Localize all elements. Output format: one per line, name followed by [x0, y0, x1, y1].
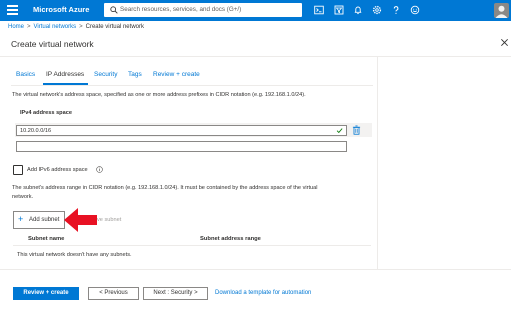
- ipv6-checkbox[interactable]: [13, 165, 23, 175]
- tab-review-create[interactable]: Review + create: [153, 71, 200, 78]
- search-input[interactable]: Search resources, services, and docs (G+…: [104, 3, 302, 17]
- empty-subnets-text: This virtual network doesn't have any su…: [17, 252, 132, 258]
- search-icon: [110, 6, 118, 14]
- menu-icon[interactable]: [7, 5, 18, 15]
- tab-security[interactable]: Security: [94, 71, 117, 78]
- table-header-divider: [13, 245, 371, 246]
- ipv4-address-value: 10.20.0.0/16: [20, 127, 52, 134]
- breadcrumb-separator: >: [27, 24, 31, 30]
- feedback-icon[interactable]: [410, 5, 420, 15]
- close-icon[interactable]: [500, 38, 509, 47]
- panel-divider: [377, 57, 378, 269]
- download-template-link[interactable]: Download a template for automation: [215, 290, 311, 296]
- tab-tags[interactable]: Tags: [128, 71, 142, 78]
- tabs-divider: [11, 85, 373, 86]
- settings-icon[interactable]: [372, 5, 382, 15]
- previous-button[interactable]: < Previous: [88, 287, 139, 300]
- page-title: Create virtual network: [11, 39, 94, 49]
- new-address-input[interactable]: [16, 141, 347, 152]
- column-subnet-name: Subnet name: [28, 236, 65, 242]
- directory-filter-icon[interactable]: [334, 5, 344, 15]
- tab-basics[interactable]: Basics: [16, 71, 35, 78]
- add-subnet-label: Add subnet: [29, 217, 60, 223]
- address-space-description: The virtual network's address space, spe…: [12, 92, 306, 98]
- user-icon: [495, 5, 508, 18]
- review-create-button[interactable]: Review + create: [13, 287, 79, 300]
- cloud-shell-icon[interactable]: [314, 5, 324, 15]
- add-subnet-button[interactable]: + Add subnet: [13, 211, 65, 229]
- tab-ip-addresses[interactable]: IP Addresses: [46, 71, 84, 78]
- next-security-button[interactable]: Next : Security >: [143, 287, 208, 300]
- subnet-description-cont: network.: [12, 194, 34, 200]
- header-divider: [0, 56, 511, 57]
- info-icon[interactable]: [96, 166, 103, 173]
- avatar[interactable]: [494, 3, 509, 18]
- ipv4-address-input[interactable]: 10.20.0.0/16: [16, 125, 347, 136]
- check-icon: [336, 128, 343, 134]
- help-icon[interactable]: [391, 5, 401, 15]
- notifications-icon[interactable]: [353, 5, 363, 15]
- subnet-description: The subnet's address range in CIDR notat…: [12, 185, 318, 191]
- plus-icon: +: [18, 214, 24, 224]
- portal-title[interactable]: Microsoft Azure: [33, 5, 89, 14]
- breadcrumb-separator: >: [79, 24, 83, 30]
- search-placeholder: Search resources, services, and docs (G+…: [120, 6, 242, 13]
- breadcrumb-current: Create virtual network: [85, 24, 144, 30]
- delete-icon[interactable]: [352, 125, 361, 135]
- ipv6-label[interactable]: Add IPv6 address space: [27, 167, 88, 173]
- breadcrumb-virtual-networks[interactable]: Virtual networks: [34, 24, 77, 30]
- remove-subnet-button[interactable]: ve subnet: [97, 217, 121, 223]
- footer-divider: [0, 269, 511, 270]
- column-subnet-address-range: Subnet address range: [200, 236, 261, 242]
- ipv4-address-space-label: IPv4 address space: [20, 110, 72, 116]
- top-bar: Microsoft Azure Search resources, servic…: [0, 0, 511, 21]
- breadcrumb-home[interactable]: Home: [8, 24, 24, 30]
- red-arrow-annotation: [64, 208, 97, 232]
- breadcrumb: Home > Virtual networks > Create virtual net…: [8, 24, 144, 30]
